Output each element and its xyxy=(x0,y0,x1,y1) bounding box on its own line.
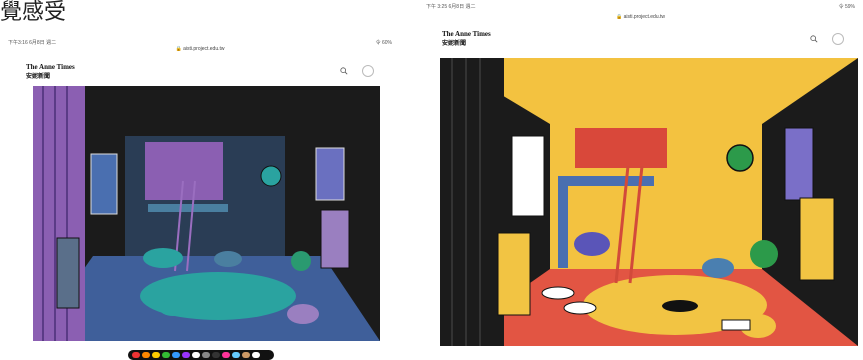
color-palette[interactable] xyxy=(128,350,274,360)
search-icon[interactable] xyxy=(810,35,818,43)
palette-swatch[interactable] xyxy=(212,352,220,358)
palette-swatch[interactable] xyxy=(232,352,240,358)
right-brand-title[interactable]: The Anne Times xyxy=(442,30,491,38)
palette-swatch[interactable] xyxy=(252,352,260,358)
left-brand-subtitle: 安妮新聞 xyxy=(26,73,51,80)
room-illustration-dark xyxy=(33,86,380,341)
palette-swatch[interactable] xyxy=(242,352,250,358)
palette-swatch[interactable] xyxy=(222,352,230,358)
right-status-time: 下午 3:25 6月8日 週二 xyxy=(426,3,476,10)
palette-swatch[interactable] xyxy=(132,352,140,358)
search-icon[interactable] xyxy=(340,67,348,75)
right-brand-subtitle: 安妮新聞 xyxy=(442,40,467,47)
menu-icon[interactable] xyxy=(362,65,374,77)
menu-icon[interactable] xyxy=(832,33,844,45)
left-brand-title[interactable]: The Anne Times xyxy=(26,63,75,71)
palette-swatch[interactable] xyxy=(202,352,210,358)
right-screenshot: 下午 3:25 6月8日 週二 令 59% 🔒 aisti.project.ed… xyxy=(418,0,863,356)
left-status-time: 下午3:16 6月8日 週二 xyxy=(8,39,57,46)
palette-swatch[interactable] xyxy=(172,352,180,358)
right-url-bar[interactable]: 🔒 aisti.project.edu.tw xyxy=(418,14,863,20)
room-illustration-color xyxy=(440,58,858,346)
left-screenshot: 下午3:16 6月8日 週二 令 60% 🔒 aisti.project.edu… xyxy=(0,36,400,346)
palette-swatch[interactable] xyxy=(142,352,150,358)
left-status-battery: 令 60% xyxy=(375,39,392,46)
right-status-bar: 下午 3:25 6月8日 週二 令 59% xyxy=(418,0,863,12)
page-caption: 覺感受 xyxy=(0,0,67,25)
right-status-battery: 令 59% xyxy=(838,3,855,10)
palette-swatch[interactable] xyxy=(182,352,190,358)
left-url-bar[interactable]: 🔒 aisti.project.edu.tw xyxy=(0,46,400,52)
palette-swatch[interactable] xyxy=(152,352,160,358)
palette-swatch[interactable] xyxy=(192,352,200,358)
palette-swatch[interactable] xyxy=(162,352,170,358)
